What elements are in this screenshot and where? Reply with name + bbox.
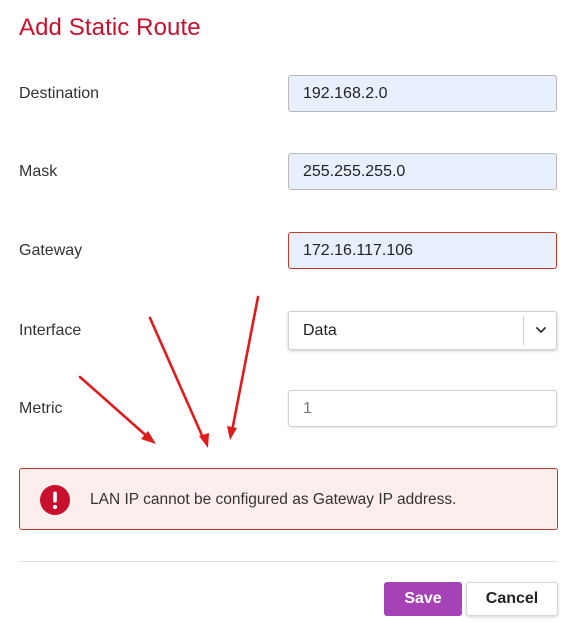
footer-divider [19, 561, 558, 562]
red-arrow-icon [78, 375, 156, 444]
mask-label: Mask [19, 163, 58, 180]
interface-select[interactable]: Data [288, 311, 557, 350]
select-divider [523, 316, 524, 345]
gateway-input[interactable]: 172.16.117.106 [288, 232, 557, 269]
page-title: Add Static Route [19, 14, 201, 41]
destination-input[interactable]: 192.168.2.0 [288, 75, 557, 112]
metric-input[interactable]: 1 [288, 390, 557, 427]
save-button[interactable]: Save [384, 582, 462, 616]
interface-label: Interface [19, 322, 82, 339]
chevron-down-icon[interactable] [534, 323, 548, 337]
gateway-label: Gateway [19, 242, 83, 259]
destination-label: Destination [19, 85, 100, 102]
metric-label: Metric [19, 400, 63, 417]
red-arrow-icon [227, 295, 260, 440]
cancel-button[interactable]: Cancel [466, 582, 558, 616]
mask-input[interactable]: 255.255.255.0 [288, 153, 557, 190]
red-arrow-icon [148, 316, 209, 448]
error-alert: LAN IP cannot be configured as Gateway I… [19, 468, 558, 530]
interface-select-value: Data [303, 322, 337, 339]
exclamation-circle-icon [40, 485, 70, 515]
alert-message: LAN IP cannot be configured as Gateway I… [90, 491, 457, 508]
